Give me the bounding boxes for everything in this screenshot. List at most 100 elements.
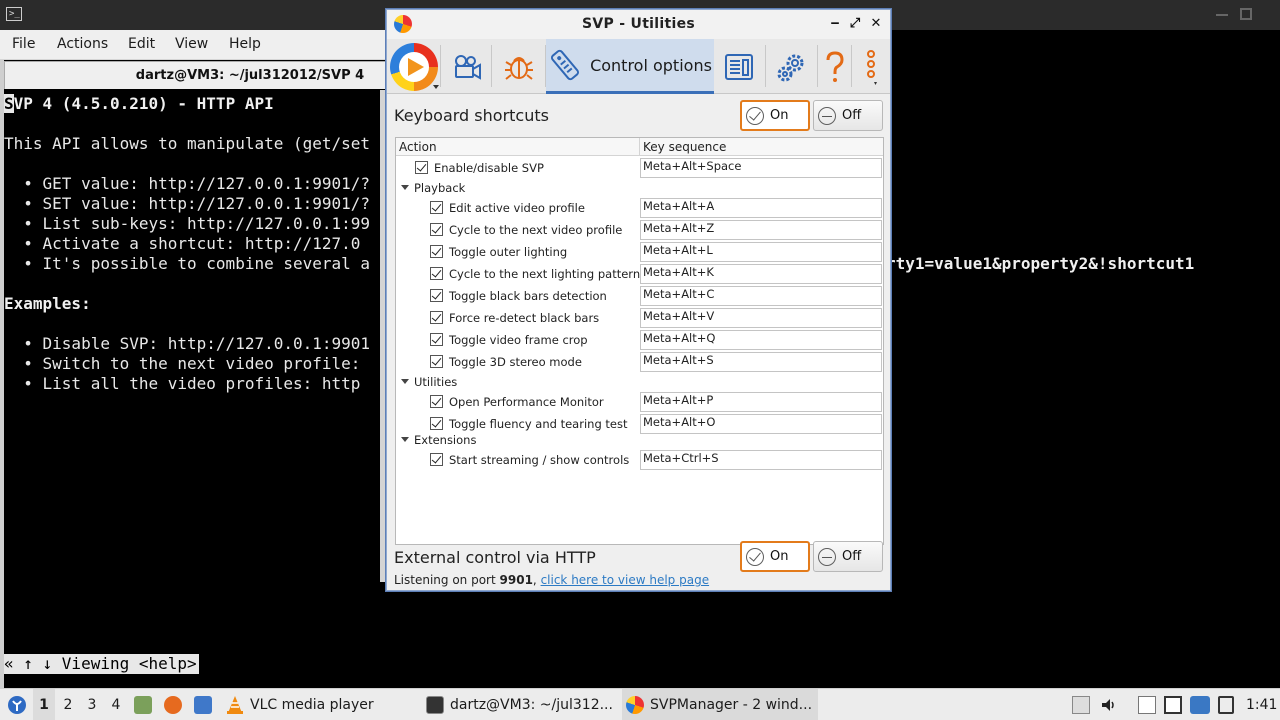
http-control-label: External control via HTTP bbox=[394, 548, 596, 567]
key-sequence-field[interactable]: Meta+Alt+K bbox=[640, 264, 882, 284]
terminal-tab-title[interactable]: dartz@VM3: ~/jul312012/SVP 4 bbox=[4, 61, 386, 89]
table-row[interactable]: Cycle to the next video profile Meta+Alt… bbox=[396, 219, 883, 241]
action-label: Open Performance Monitor bbox=[449, 395, 604, 409]
desktop-2-button[interactable]: 2 bbox=[57, 689, 79, 720]
keyboard-shortcuts-off-button[interactable]: Off bbox=[813, 100, 883, 131]
firefox-launcher[interactable] bbox=[164, 689, 188, 720]
enable-checkbox[interactable] bbox=[430, 223, 443, 236]
minimize-icon[interactable] bbox=[1216, 14, 1228, 16]
tab-information[interactable] bbox=[714, 39, 766, 94]
clipboard-icon[interactable] bbox=[1138, 696, 1156, 714]
column-action-header[interactable]: Action bbox=[399, 140, 437, 154]
minimize-button[interactable]: ‒ bbox=[827, 16, 843, 32]
table-row[interactable]: Toggle black bars detection Meta+Alt+C bbox=[396, 285, 883, 307]
enable-checkbox[interactable] bbox=[430, 289, 443, 302]
tab-video-profiles[interactable] bbox=[442, 39, 492, 94]
key-sequence-field[interactable]: Meta+Alt+P bbox=[640, 392, 882, 412]
shortcuts-table: Action Key sequence Enable/disable SVP M… bbox=[395, 137, 884, 545]
firefox-icon bbox=[164, 696, 182, 714]
tab-settings[interactable] bbox=[766, 39, 818, 94]
enable-checkbox[interactable] bbox=[430, 395, 443, 408]
key-sequence-field[interactable]: Meta+Alt+A bbox=[640, 198, 882, 218]
table-row[interactable]: Edit active video profile Meta+Alt+A bbox=[396, 197, 883, 219]
desktop-1-button[interactable]: 1 bbox=[33, 689, 55, 720]
table-row[interactable]: Start streaming / show controls Meta+Ctr… bbox=[396, 449, 883, 471]
expand-arrow-icon[interactable] bbox=[401, 437, 409, 442]
http-on-button[interactable]: On bbox=[740, 541, 810, 572]
notification-icon[interactable] bbox=[1190, 696, 1210, 714]
column-key-header[interactable]: Key sequence bbox=[643, 140, 726, 154]
desktop-3-button[interactable]: 3 bbox=[81, 689, 103, 720]
group-row-extensions[interactable]: Extensions bbox=[396, 431, 883, 449]
volume-icon[interactable] bbox=[1100, 696, 1118, 714]
maximize-icon[interactable] bbox=[1240, 8, 1252, 20]
menu-actions[interactable]: Actions bbox=[57, 36, 108, 52]
table-row[interactable]: Toggle 3D stereo mode Meta+Alt+S bbox=[396, 351, 883, 373]
enable-checkbox[interactable] bbox=[430, 333, 443, 346]
svp-tab-bar: Control options bbox=[387, 39, 890, 94]
maximize-button[interactable]: ⤢ bbox=[847, 16, 863, 32]
key-sequence-field[interactable]: Meta+Alt+Z bbox=[640, 220, 882, 240]
key-sequence-field[interactable]: Meta+Alt+V bbox=[640, 308, 882, 328]
key-sequence-field[interactable]: Meta+Alt+C bbox=[640, 286, 882, 306]
key-sequence-field[interactable]: Meta+Alt+Space bbox=[640, 158, 882, 178]
action-label: Cycle to the next lighting pattern bbox=[449, 267, 641, 281]
key-sequence-field[interactable]: Meta+Alt+Q bbox=[640, 330, 882, 350]
svp-titlebar[interactable]: SVP - Utilities ‒ ⤢ ✕ bbox=[387, 10, 890, 39]
minus-circle-icon bbox=[818, 547, 836, 566]
action-label: Cycle to the next video profile bbox=[449, 223, 623, 237]
display-icon[interactable] bbox=[1164, 696, 1182, 714]
more-vertical-icon bbox=[867, 49, 877, 85]
http-off-button[interactable]: Off bbox=[813, 541, 883, 572]
group-row-utilities[interactable]: Utilities bbox=[396, 373, 883, 391]
enable-checkbox[interactable] bbox=[430, 453, 443, 466]
group-row-playback[interactable]: Playback bbox=[396, 179, 883, 197]
enable-checkbox[interactable] bbox=[430, 245, 443, 258]
key-sequence-field[interactable]: Meta+Ctrl+S bbox=[640, 450, 882, 470]
table-row[interactable]: Toggle video frame crop Meta+Alt+Q bbox=[396, 329, 883, 351]
desktop-4-button[interactable]: 4 bbox=[105, 689, 127, 720]
enable-checkbox[interactable] bbox=[430, 201, 443, 214]
task-terminal[interactable]: dartz@VM3: ~/jul312... bbox=[422, 689, 618, 720]
table-row[interactable]: Enable/disable SVP Meta+Alt+Space bbox=[396, 157, 883, 179]
task-vlc[interactable]: VLC media player bbox=[222, 689, 418, 720]
enable-checkbox[interactable] bbox=[430, 417, 443, 430]
upload-icon[interactable] bbox=[1072, 696, 1090, 714]
tab-more-menu[interactable] bbox=[852, 39, 890, 94]
key-sequence-field[interactable]: Meta+Alt+L bbox=[640, 242, 882, 262]
svp-main-menu-button[interactable] bbox=[387, 39, 441, 94]
file-manager-launcher[interactable] bbox=[134, 689, 158, 720]
group-label: Playback bbox=[414, 181, 466, 195]
menu-view[interactable]: View bbox=[175, 36, 208, 52]
enable-checkbox[interactable] bbox=[430, 267, 443, 280]
tab-control-options[interactable]: Control options bbox=[546, 39, 714, 94]
show-desktop-launcher[interactable] bbox=[194, 689, 218, 720]
menu-file[interactable]: File bbox=[12, 36, 35, 52]
enable-checkbox[interactable] bbox=[415, 161, 428, 174]
tab-debug[interactable] bbox=[492, 39, 546, 94]
table-row[interactable]: Force re-detect black bars Meta+Alt+V bbox=[396, 307, 883, 329]
table-row[interactable]: Open Performance Monitor Meta+Alt+P bbox=[396, 391, 883, 413]
terminal-line: • Activate a shortcut: http://127.0 bbox=[4, 234, 361, 253]
enable-checkbox[interactable] bbox=[430, 355, 443, 368]
menu-edit[interactable]: Edit bbox=[128, 36, 155, 52]
clock[interactable]: 1:41 bbox=[1246, 689, 1277, 720]
key-sequence-field[interactable]: Meta+Alt+S bbox=[640, 352, 882, 372]
expand-arrow-icon[interactable] bbox=[401, 185, 409, 190]
battery-icon[interactable] bbox=[1218, 696, 1234, 714]
start-menu-button[interactable] bbox=[5, 689, 29, 720]
help-page-link[interactable]: click here to view help page bbox=[541, 573, 710, 587]
tab-help[interactable] bbox=[818, 39, 852, 94]
close-button[interactable]: ✕ bbox=[868, 16, 884, 32]
task-svpmanager[interactable]: SVPManager - 2 wind... bbox=[622, 689, 818, 720]
task-label: SVPManager - 2 wind... bbox=[650, 697, 813, 713]
terminal-icon bbox=[426, 696, 444, 714]
table-row[interactable]: Toggle outer lighting Meta+Alt+L bbox=[396, 241, 883, 263]
desktop-icon bbox=[194, 696, 212, 714]
table-row[interactable]: Cycle to the next lighting pattern Meta+… bbox=[396, 263, 883, 285]
menu-help[interactable]: Help bbox=[229, 36, 261, 52]
enable-checkbox[interactable] bbox=[430, 311, 443, 324]
task-label: dartz@VM3: ~/jul312... bbox=[450, 697, 613, 713]
expand-arrow-icon[interactable] bbox=[401, 379, 409, 384]
keyboard-shortcuts-on-button[interactable]: On bbox=[740, 100, 810, 131]
